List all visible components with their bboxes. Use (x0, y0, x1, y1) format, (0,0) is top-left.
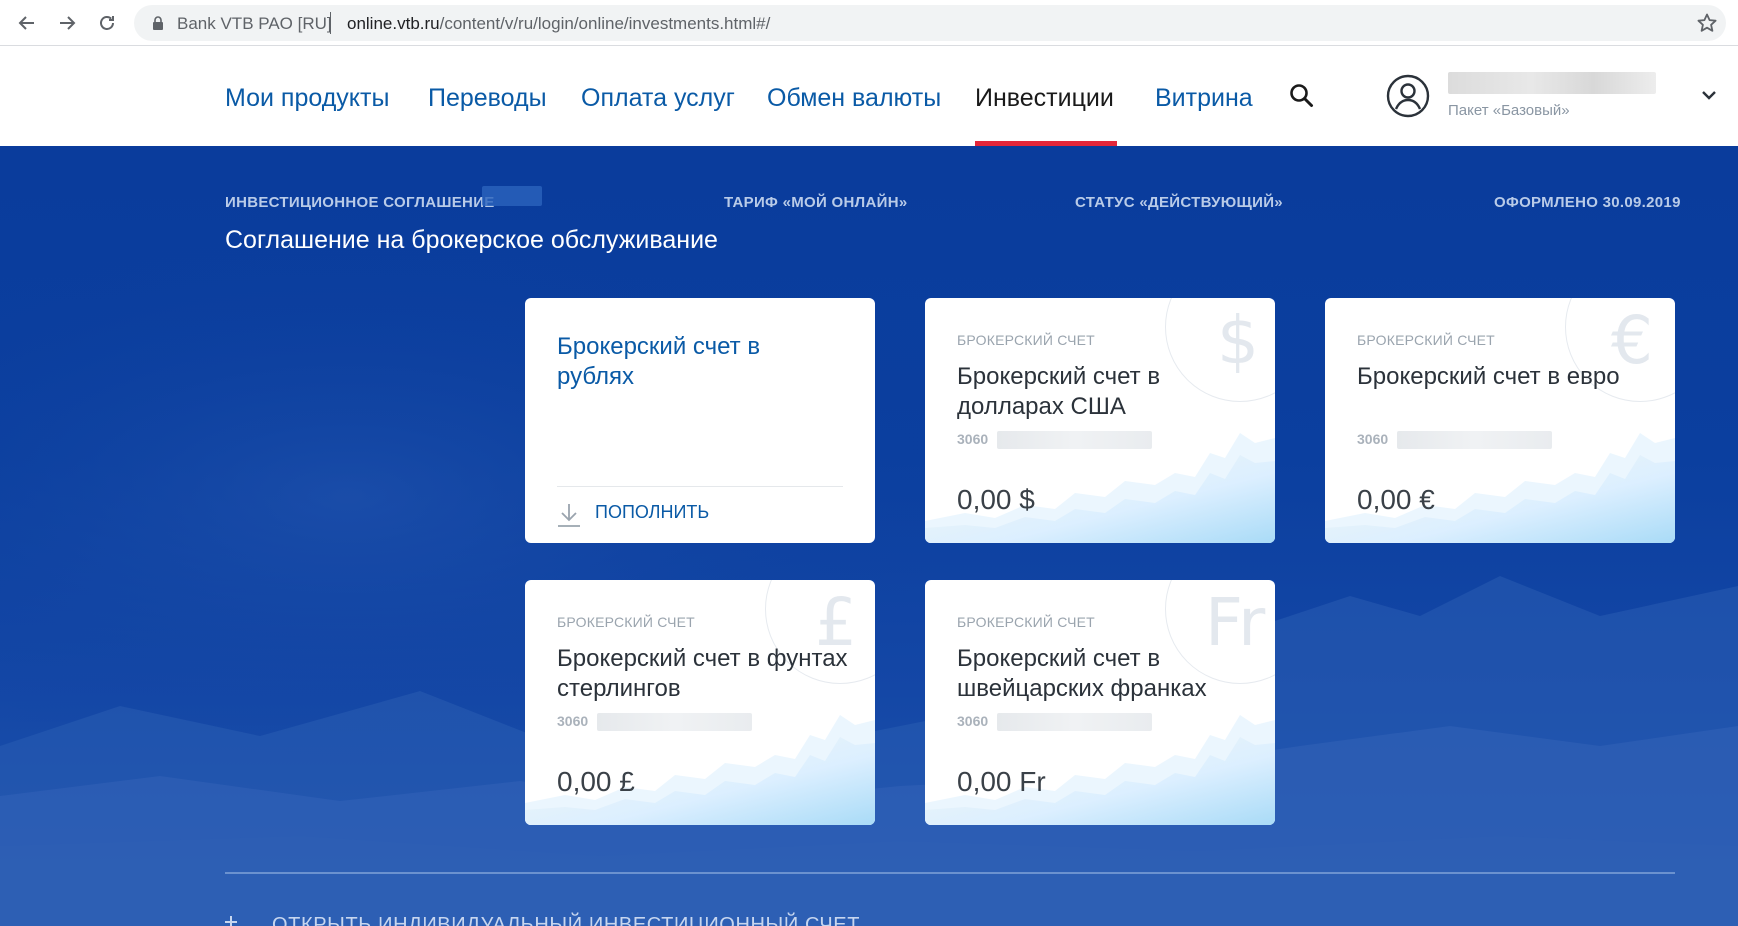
card-type-label: БРОКЕРСКИЙ СЧЕТ (957, 614, 1095, 630)
account-number: 3060 (557, 713, 589, 729)
chevron-down-icon[interactable] (1700, 88, 1718, 102)
section-divider (225, 872, 1675, 874)
bookmark-star-icon[interactable] (1696, 12, 1718, 34)
account-number: 3060 (957, 431, 989, 447)
account-number-redacted (1397, 431, 1552, 449)
card-type-label: БРОКЕРСКИЙ СЧЕТ (557, 614, 695, 630)
account-number-redacted (997, 713, 1152, 731)
nav-my-products[interactable]: Мои продукты (225, 84, 389, 113)
back-icon[interactable] (12, 8, 42, 38)
card-balance: 0,00 £ (557, 766, 635, 797)
nav-showcase[interactable]: Витрина (1155, 84, 1253, 113)
nav-payments[interactable]: Оплата услуг (581, 84, 735, 113)
address-separator (330, 12, 331, 34)
account-number-redacted (597, 713, 752, 731)
address-bar[interactable]: Bank VTB PAO [RU] online.vtb.ru/content/… (134, 5, 1726, 41)
agreement-issued-date: ОФОРМЛЕНО 30.09.2019 (1494, 194, 1681, 211)
nav-transfers[interactable]: Переводы (428, 84, 547, 113)
card-title: Брокерский счет в евро (1357, 363, 1620, 390)
user-name-redacted (1448, 72, 1656, 94)
url-host: online.vtb.ru (347, 14, 440, 33)
card-balance: 0,00 € (1357, 484, 1435, 515)
url-path: /content/v/ru/login/online/investments.h… (439, 14, 771, 33)
site-header: Мои продукты Переводы Оплата услуг Обмен… (0, 46, 1738, 146)
browser-toolbar: Bank VTB PAO [RU] online.vtb.ru/content/… (0, 0, 1738, 46)
agreement-status: СТАТУС «ДЕЙСТВУЮЩИЙ» (1075, 194, 1283, 211)
card-title: Брокерский счет в фунтах стерлингов (557, 645, 848, 702)
card-type-label: БРОКЕРСКИЙ СЧЕТ (957, 332, 1095, 348)
card-divider (557, 486, 843, 487)
download-arrow-icon (558, 504, 580, 527)
card-brokerage-gbp[interactable]: £ БРОКЕРСКИЙ СЧЕТ Брокерский счет в фунт… (525, 580, 875, 825)
agreement-tariff: ТАРИФ «МОЙ ОНЛАЙН» (724, 194, 908, 211)
nav-currency-exchange[interactable]: Обмен валюты (767, 84, 941, 113)
card-balance: 0,00 Fr (957, 766, 1046, 797)
card-type-label: БРОКЕРСКИЙ СЧЕТ (1357, 332, 1495, 348)
user-avatar-icon[interactable] (1386, 74, 1430, 118)
card-balance: 0,00 $ (957, 484, 1035, 515)
investments-hero: ИНВЕСТИЦИОННОЕ СОГЛАШЕНИЕ ТАРИФ «МОЙ ОНЛ… (0, 146, 1738, 926)
page-url: online.vtb.ru/content/v/ru/login/online/… (347, 14, 770, 34)
account-number-redacted (997, 431, 1152, 449)
agreement-title: Соглашение на брокерское обслуживание (225, 226, 718, 254)
card-title: Брокерский счет в швейцарских франках (957, 645, 1207, 702)
plus-icon (225, 916, 237, 926)
site-identity: Bank VTB PAO [RU] (177, 14, 332, 33)
card-brokerage-usd[interactable]: $ БРОКЕРСКИЙ СЧЕТ Брокерский счет в долл… (925, 298, 1275, 543)
search-icon[interactable] (1288, 82, 1316, 110)
lock-icon (153, 16, 163, 30)
account-number: 3060 (957, 713, 989, 729)
account-number: 3060 (1357, 431, 1389, 447)
open-iis-link[interactable]: ОТКРЫТЬ ИНДИВИДУАЛЬНЫЙ ИНВЕСТИЦИОННЫЙ СЧ… (272, 914, 860, 926)
reload-icon[interactable] (92, 8, 122, 38)
top-up-link[interactable]: ПОПОЛНИТЬ (595, 502, 709, 523)
card-brokerage-eur[interactable]: € БРОКЕРСКИЙ СЧЕТ Брокерский счет в евро… (1325, 298, 1675, 543)
card-title: Брокерский счет в рублях (557, 333, 761, 390)
agreement-label: ИНВЕСТИЦИОННОЕ СОГЛАШЕНИЕ (225, 194, 495, 211)
nav-investments[interactable]: Инвестиции (975, 84, 1114, 113)
card-brokerage-rub[interactable]: Брокерский счет в рублях ПОПОЛНИТЬ (525, 298, 875, 543)
user-plan: Пакет «Базовый» (1448, 102, 1570, 119)
agreement-number-redacted (482, 186, 542, 206)
card-brokerage-chf[interactable]: Fr БРОКЕРСКИЙ СЧЕТ Брокерский счет в шве… (925, 580, 1275, 825)
card-title: Брокерский счет в долларах США (957, 363, 1161, 420)
forward-icon[interactable] (52, 8, 82, 38)
